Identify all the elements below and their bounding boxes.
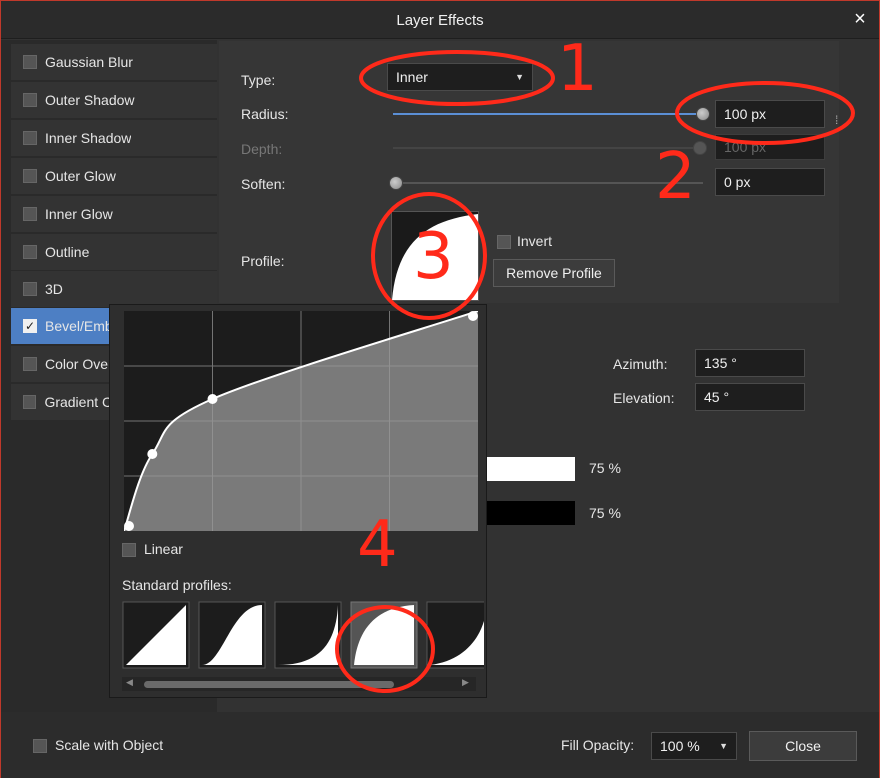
curve-control-point[interactable] — [468, 311, 478, 321]
checkbox[interactable] — [23, 395, 37, 409]
type-label: Type: — [241, 72, 276, 88]
sidebar-item-outline[interactable]: Outline — [11, 234, 217, 270]
checkbox[interactable] — [23, 169, 37, 183]
linear-checkbox[interactable] — [122, 543, 136, 557]
scroll-left-icon[interactable]: ◀ — [126, 677, 133, 688]
checkbox[interactable] — [23, 357, 37, 371]
highlight-color-swatch[interactable] — [487, 457, 575, 481]
scroll-right-icon[interactable]: ▶ — [462, 677, 469, 688]
scale-with-object-label: Scale with Object — [55, 737, 164, 753]
checkbox-checked[interactable]: ✓ — [23, 319, 37, 333]
fill-opacity-dropdown[interactable]: 100 % ▼ — [651, 732, 737, 760]
checkbox[interactable] — [23, 131, 37, 145]
shadow-color-swatch[interactable] — [487, 501, 575, 525]
elevation-label: Elevation: — [613, 390, 675, 406]
steep-profile[interactable] — [426, 601, 484, 669]
annotation-number-2: 2 — [655, 140, 696, 214]
fill-opacity-label: Fill Opacity: — [561, 737, 635, 753]
dialog-footer: Scale with Object Fill Opacity: 100 % ▼ … — [1, 712, 879, 778]
sidebar-item-label: Color Ove — [45, 356, 109, 372]
sidebar-item-outer-glow[interactable]: Outer Glow — [11, 158, 217, 194]
sidebar-item-gradient-overlay[interactable]: Gradient C — [11, 384, 109, 420]
profile-label: Profile: — [241, 253, 285, 269]
chevron-down-icon: ▼ — [719, 741, 728, 751]
invert-checkbox[interactable] — [497, 235, 511, 249]
standard-profiles-strip[interactable] — [122, 601, 484, 671]
invert-label: Invert — [517, 233, 553, 249]
checkbox[interactable] — [23, 93, 37, 107]
sidebar-item-gaussian-blur[interactable]: Gaussian Blur — [11, 44, 217, 80]
profiles-scrollbar[interactable]: ◀ ▶ — [122, 677, 476, 691]
sidebar-item-label: Gradient C — [44, 394, 109, 410]
dialog-title: Layer Effects — [396, 12, 484, 29]
concave-profile[interactable] — [274, 601, 342, 669]
curve-control-point[interactable] — [207, 394, 218, 404]
checkbox[interactable] — [23, 245, 37, 259]
sidebar-item-label: Outline — [45, 244, 90, 260]
profile-editor-popup: Linear Standard profiles: ◀ ▶ — [109, 304, 487, 698]
annotation-number-1: 1 — [557, 32, 598, 106]
sidebar-item-label: Inner Glow — [45, 206, 113, 222]
sidebar-item-label: Outer Glow — [45, 168, 116, 184]
annotation-number-4: 4 — [357, 508, 398, 582]
scrollbar-thumb[interactable] — [144, 681, 394, 688]
sidebar-item-bevel-emboss[interactable]: ✓ Bevel/Emb — [11, 308, 117, 344]
sidebar-item-outer-shadow[interactable]: Outer Shadow — [11, 82, 217, 118]
radius-label: Radius: — [241, 106, 289, 122]
close-icon[interactable]: × — [849, 8, 871, 30]
annotation-number-3: 3 — [413, 220, 454, 294]
type-dropdown[interactable]: Inner ▼ — [387, 63, 533, 91]
standard-profiles-label: Standard profiles: — [122, 577, 232, 593]
title-bar: Layer Effects × — [1, 1, 879, 39]
curve-control-point[interactable] — [124, 521, 134, 531]
azimuth-label: Azimuth: — [613, 356, 668, 372]
remove-profile-button[interactable]: Remove Profile — [493, 259, 615, 287]
sidebar-item-inner-shadow[interactable]: Inner Shadow — [11, 120, 217, 156]
sidebar-item-3d[interactable]: 3D — [11, 271, 217, 307]
s-curve-profile[interactable] — [198, 601, 266, 669]
sidebar-item-label: Gaussian Blur — [45, 54, 133, 70]
layer-effects-dialog: Layer Effects × Gaussian Blur Outer Shad… — [0, 0, 880, 778]
soften-label: Soften: — [241, 176, 286, 192]
linear-label: Linear — [144, 541, 183, 557]
azimuth-field[interactable]: 135 ° — [695, 349, 805, 377]
sidebar-item-inner-glow[interactable]: Inner Glow — [11, 196, 217, 232]
curve-control-point[interactable] — [147, 449, 158, 459]
checkbox[interactable] — [23, 207, 37, 221]
shadow-opacity[interactable]: 75 % — [589, 505, 621, 521]
highlight-opacity[interactable]: 75 % — [589, 460, 621, 476]
elevation-field[interactable]: 45 ° — [695, 383, 805, 411]
sidebar-item-label: 3D — [45, 281, 63, 297]
chevron-down-icon: ▼ — [515, 72, 524, 82]
soften-slider-knob[interactable] — [389, 176, 403, 190]
profile-curve-editor[interactable] — [124, 311, 478, 531]
convex-profile[interactable] — [350, 601, 418, 669]
scale-with-object-checkbox[interactable] — [33, 739, 47, 753]
sidebar-item-label: Bevel/Emb — [45, 318, 113, 334]
sidebar-item-color-overlay[interactable]: Color Ove — [11, 346, 109, 382]
linear-profile[interactable] — [122, 601, 190, 669]
sidebar-item-label: Outer Shadow — [45, 92, 135, 108]
sidebar-item-label: Inner Shadow — [45, 130, 132, 146]
fill-opacity-value: 100 % — [660, 738, 700, 754]
radius-field[interactable]: 100 px — [715, 100, 825, 128]
depth-field: 100 px — [715, 134, 825, 160]
radius-slider-fill — [393, 113, 703, 115]
type-value: Inner — [396, 69, 428, 85]
close-button[interactable]: Close — [749, 731, 857, 761]
soften-field[interactable]: 0 px — [715, 168, 825, 196]
checkbox[interactable] — [23, 282, 37, 296]
checkbox[interactable] — [23, 55, 37, 69]
depth-label: Depth: — [241, 141, 283, 157]
radius-slider-knob[interactable] — [696, 107, 710, 121]
link-icon[interactable]: ⁞ — [835, 113, 838, 127]
